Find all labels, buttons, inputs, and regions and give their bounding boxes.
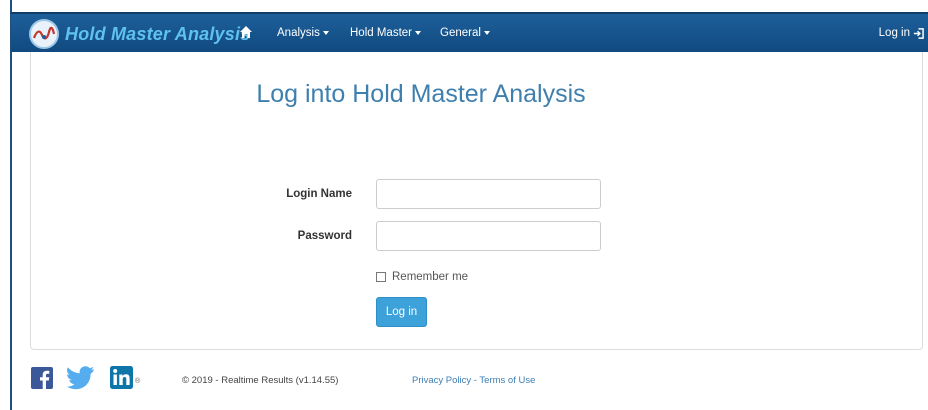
chevron-down-icon [483,31,490,35]
nav-menu-hold-master[interactable]: Hold Master [350,27,421,39]
nav-menu-analysis-label: Analysis [277,27,320,39]
nav-menu-general-label: General [440,27,481,39]
remember-me-row[interactable]: Remember me [376,271,468,283]
facebook-icon[interactable] [31,367,53,394]
password-input[interactable] [376,221,601,251]
footer-links: Privacy Policy - Terms of Use [412,375,535,386]
copyright-text: © 2019 - Realtime Results (v1.14.55) [182,375,339,386]
nav-menu-analysis[interactable]: Analysis [277,27,329,39]
password-label: Password [297,230,352,242]
linkedin-icon[interactable] [110,366,133,394]
home-icon[interactable] [239,25,255,41]
remember-me-checkbox[interactable] [376,272,386,282]
navbar: Hold Master Analysis Analysis Hold Maste… [11,12,928,52]
brand-title: Hold Master Analysis [65,23,251,44]
nav-menu-general[interactable]: General [440,27,490,39]
login-name-input[interactable] [376,179,601,209]
nav-login-link[interactable]: Log in [879,27,924,39]
terms-of-use-link[interactable]: Terms of Use [479,375,535,386]
sign-in-icon [913,27,924,39]
brand[interactable]: Hold Master Analysis [29,18,250,50]
twitter-icon[interactable] [66,366,95,395]
chevron-down-icon [415,31,421,35]
login-button[interactable]: Log in [376,297,427,327]
page-title: Log into Hold Master Analysis [256,80,586,108]
logo-icon [29,19,59,49]
login-name-label: Login Name [286,188,352,200]
privacy-policy-link[interactable]: Privacy Policy [412,375,471,386]
nav-login-label: Log in [878,27,910,39]
window-edge [10,0,12,410]
app-window: Hold Master Analysis Analysis Hold Maste… [0,0,928,410]
chevron-down-icon [322,31,329,35]
remember-me-label: Remember me [392,271,469,283]
registered-mark: ® [135,378,141,385]
nav-menu-hold-master-label: Hold Master [350,27,412,39]
